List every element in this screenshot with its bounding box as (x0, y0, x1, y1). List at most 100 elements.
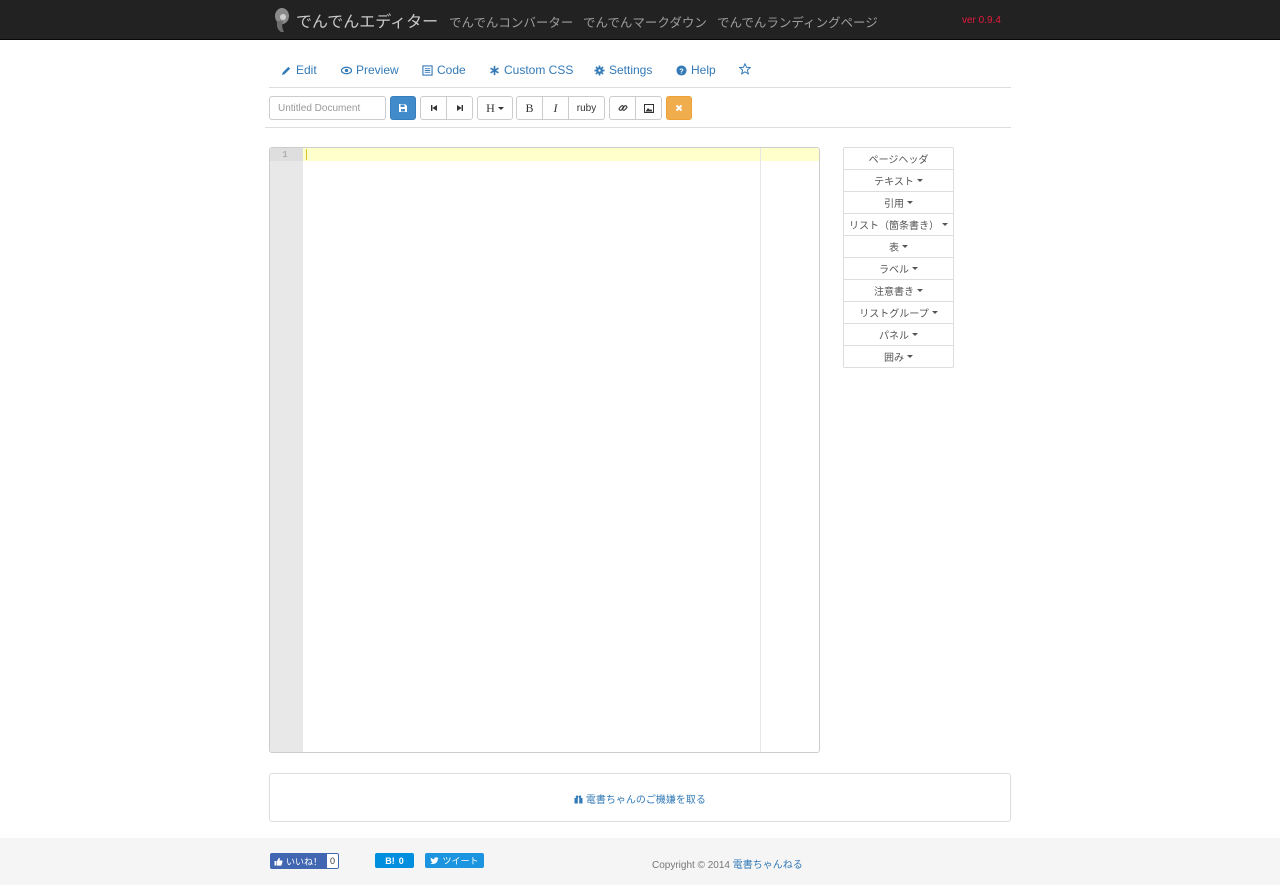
snippet-list-dropdown[interactable]: リスト（箇条書き） (843, 213, 954, 236)
ruby-button[interactable]: ruby (568, 96, 605, 120)
step-forward-icon (456, 105, 463, 111)
caret-down-icon (912, 333, 918, 336)
clear-button[interactable] (666, 96, 692, 120)
snippet-label: 注意書き (874, 287, 914, 298)
snippet-label: リスト（箇条書き） (849, 221, 939, 232)
italic-label: I (553, 100, 558, 115)
gift-icon (574, 795, 583, 804)
dencho-mood-label: 電書ちゃんのご機嫌を取る (585, 795, 706, 806)
tweet-label: ツイート (442, 856, 479, 866)
tab-custom-css-label: Custom CSS (504, 63, 574, 77)
snippet-label: リストグループ (859, 309, 929, 320)
nav-link-markdown[interactable]: でんでんマークダウン (583, 12, 707, 31)
facebook-like-button[interactable]: いいね！ 0 (270, 853, 340, 869)
pencil-icon (281, 66, 291, 75)
tab-code[interactable]: Code (422, 63, 466, 77)
caret-down-icon (912, 267, 918, 270)
print-margin (760, 148, 761, 752)
tab-settings[interactable]: Settings (594, 63, 652, 77)
active-line-highlight (303, 148, 819, 161)
tab-help[interactable]: ? Help (676, 63, 716, 77)
tweet-button[interactable]: ツイート (425, 853, 484, 868)
snippet-table-dropdown[interactable]: 表 (843, 235, 954, 258)
snippet-text-dropdown[interactable]: テキスト (843, 169, 954, 192)
bold-button[interactable]: B (516, 96, 543, 120)
toolbar-divider (265, 127, 1011, 128)
save-icon (399, 104, 407, 112)
footer: いいね！ 0 B! 0 ツイート Copyright © 2014 電書ちゃんね… (0, 838, 1280, 885)
link-icon (618, 105, 627, 111)
jump-to-end-button[interactable] (446, 96, 473, 120)
tab-help-label: Help (691, 63, 716, 77)
snippet-label: ページヘッダ (868, 155, 929, 166)
tab-code-label: Code (437, 63, 466, 77)
like-label: いいね！ (286, 856, 323, 867)
dencho-logo-icon (273, 7, 291, 33)
tab-edit-label: Edit (296, 63, 317, 77)
insert-link-button[interactable] (609, 96, 636, 120)
snippet-box-dropdown[interactable]: 囲み (843, 345, 954, 368)
caret-down-icon (497, 106, 504, 110)
tab-edit[interactable]: Edit (281, 63, 317, 77)
thumbs-up-icon (274, 857, 283, 866)
line-gutter (270, 148, 303, 752)
bold-label: B (525, 100, 534, 115)
copyright-text: Copyright © 2014 (652, 860, 730, 871)
insert-image-button[interactable] (635, 96, 662, 120)
snippet-list-group-dropdown[interactable]: リストグループ (843, 301, 954, 324)
snippet-label: パネル (879, 331, 909, 342)
gear-icon (594, 64, 605, 76)
snippet-panel-dropdown[interactable]: パネル (843, 323, 954, 346)
editor-tabs: Edit Preview Code Custom CSS Settings ? … (269, 60, 1011, 88)
markdown-editor[interactable]: 1 (269, 147, 820, 753)
snippet-label: 囲み (884, 353, 904, 364)
caret-down-icon (916, 179, 923, 182)
snippet-menu: ページヘッダ テキスト 引用 リスト（箇条書き） 表 ラベル 注意書き リストグ… (843, 147, 954, 368)
nav-link-landing-page[interactable]: でんでんランディングページ (717, 12, 878, 31)
tab-preview[interactable]: Preview (341, 63, 399, 77)
hatena-label: B! (385, 855, 395, 866)
caret-down-icon (942, 223, 948, 226)
favorite-star-button[interactable] (739, 63, 751, 75)
heading-dropdown-button[interactable]: H (477, 96, 513, 120)
jump-to-start-button[interactable] (420, 96, 447, 120)
document-title-input[interactable] (269, 96, 386, 120)
snippet-page-header[interactable]: ページヘッダ (843, 147, 954, 170)
caret-down-icon (902, 245, 908, 248)
snippet-quote-dropdown[interactable]: 引用 (843, 191, 954, 214)
picture-icon (643, 103, 654, 113)
star-icon (739, 63, 751, 75)
tab-preview-label: Preview (356, 63, 399, 77)
step-backward-icon (430, 105, 437, 111)
ruby-label: ruby (576, 102, 597, 114)
copyright: Copyright © 2014 電書ちゃんねる (652, 856, 803, 871)
bottom-panel: 電書ちゃんのご機嫌を取る (269, 773, 1011, 822)
hatena-bookmark-button[interactable]: B! 0 (375, 853, 414, 868)
version-label: ver 0.9.4 (962, 15, 1001, 26)
brand-link[interactable]: でんでんエディター (273, 6, 438, 34)
snippet-label-dropdown[interactable]: ラベル (843, 257, 954, 280)
svg-text:?: ? (679, 66, 684, 75)
snippet-alert-dropdown[interactable]: 注意書き (843, 279, 954, 302)
italic-button[interactable]: I (542, 96, 569, 120)
question-circle-icon: ? (676, 64, 687, 76)
facebook-like: いいね！ (270, 853, 327, 869)
caret-down-icon (931, 311, 938, 314)
dencho-mood-link[interactable]: 電書ちゃんのご機嫌を取る (270, 791, 1010, 806)
snippet-label: 表 (889, 243, 899, 254)
save-button[interactable] (390, 96, 416, 120)
nav-link-converter[interactable]: でんでんコンバーター (449, 12, 573, 31)
caret-down-icon (907, 355, 913, 358)
text-cursor (306, 149, 307, 160)
hatena-count: 0 (398, 855, 404, 866)
twitter-bird-icon (430, 856, 440, 864)
denshochannel-link[interactable]: 電書ちゃんねる (733, 860, 803, 871)
caret-down-icon (907, 201, 913, 204)
like-count: 0 (326, 853, 340, 869)
heading-label: H (486, 100, 495, 115)
tab-settings-label: Settings (609, 63, 653, 77)
snippet-label: ラベル (879, 265, 909, 276)
asterisk-icon (490, 65, 499, 75)
list-alt-icon (422, 64, 433, 76)
tab-custom-css[interactable]: Custom CSS (489, 63, 573, 77)
